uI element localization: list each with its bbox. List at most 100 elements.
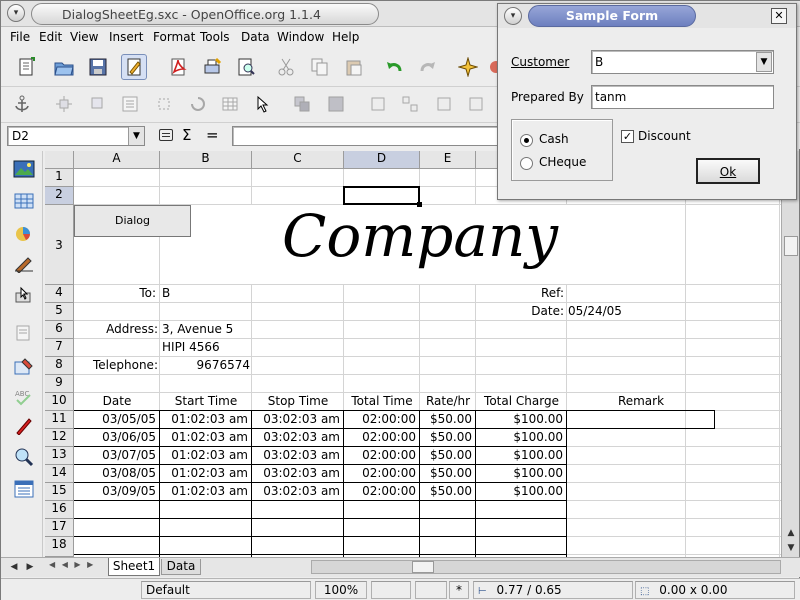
- cash-radio[interactable]: [520, 134, 533, 147]
- cheque-radio[interactable]: [520, 157, 533, 170]
- row-header[interactable]: 15: [45, 483, 74, 501]
- row-header[interactable]: 16: [45, 501, 74, 519]
- menu-help[interactable]: Help: [332, 30, 359, 44]
- scroll-up-icon[interactable]: ▲: [784, 526, 798, 540]
- table-cell-stop-time[interactable]: 03:02:03 am: [252, 466, 340, 480]
- menu-view[interactable]: View: [70, 30, 98, 44]
- active-cell-d2[interactable]: [343, 186, 420, 205]
- copy-icon[interactable]: [307, 54, 333, 80]
- sum-icon[interactable]: Σ: [182, 126, 191, 144]
- table-cell-start-time[interactable]: 01:02:03 am: [160, 484, 248, 498]
- scroll-down-icon[interactable]: ▼: [784, 541, 798, 555]
- row-header[interactable]: 5: [45, 303, 74, 321]
- customer-select[interactable]: B ▼: [591, 50, 774, 74]
- row-header[interactable]: 14: [45, 465, 74, 483]
- redo-icon[interactable]: [415, 54, 441, 80]
- send-back-icon[interactable]: [323, 91, 349, 117]
- spreadsheet-grid[interactable]: A B C D E 1 2 3 4 5 6 7 8 9 10 11 12 13 …: [45, 151, 781, 557]
- column-header-e[interactable]: E: [420, 151, 476, 169]
- table-cell-start-time[interactable]: 01:02:03 am: [160, 412, 248, 426]
- insert-image-icon[interactable]: [11, 157, 37, 181]
- cash-label[interactable]: Cash: [539, 132, 569, 146]
- table-cell-rate[interactable]: $50.00: [420, 484, 472, 498]
- vertical-scrollbar[interactable]: ▲ ▼: [781, 151, 799, 557]
- row-header[interactable]: 7: [45, 339, 74, 357]
- column-header-c[interactable]: C: [252, 151, 344, 169]
- ok-button[interactable]: Ok: [696, 158, 760, 184]
- dialog-button[interactable]: Dialog: [74, 205, 191, 237]
- row-header[interactable]: 12: [45, 429, 74, 447]
- draw-functions-icon[interactable]: [11, 251, 37, 275]
- horizontal-scrollbar[interactable]: [311, 560, 781, 574]
- window-menu-icon[interactable]: ▾: [7, 4, 25, 22]
- menu-insert[interactable]: Insert: [109, 30, 143, 44]
- row-header[interactable]: 2: [45, 187, 74, 205]
- table-cell-total-time[interactable]: 02:00:00: [344, 430, 416, 444]
- print-file-icon[interactable]: [199, 54, 225, 80]
- table-cell-total-charge[interactable]: $100.00: [476, 484, 563, 498]
- exit-group-icon[interactable]: [463, 91, 489, 117]
- row-header[interactable]: 6: [45, 321, 74, 339]
- table-cell-total-charge[interactable]: $100.00: [476, 412, 563, 426]
- table-cell-total-charge[interactable]: $100.00: [476, 448, 563, 462]
- autoformat-icon[interactable]: [11, 355, 37, 379]
- navigator-icon[interactable]: [455, 54, 481, 80]
- transform-icon[interactable]: [151, 91, 177, 117]
- close-icon[interactable]: ✕: [771, 8, 787, 24]
- table-cell-total-time[interactable]: 02:00:00: [344, 412, 416, 426]
- tab-sheet1[interactable]: Sheet1: [108, 558, 160, 576]
- table-cell-stop-time[interactable]: 03:02:03 am: [252, 412, 340, 426]
- menu-tools[interactable]: Tools: [200, 30, 230, 44]
- bring-front-icon[interactable]: [289, 91, 315, 117]
- tab-nav-icon[interactable]: ◀ ◀ ▶ ▶: [49, 560, 105, 574]
- table-cell-start-time[interactable]: 01:02:03 am: [160, 466, 248, 480]
- discount-label[interactable]: Discount: [638, 129, 691, 143]
- save-icon[interactable]: [85, 54, 111, 80]
- table-cell-date[interactable]: 03/09/05: [74, 484, 156, 498]
- page-preview-icon[interactable]: [233, 54, 259, 80]
- open-icon[interactable]: [51, 54, 77, 80]
- table-cell-rate[interactable]: $50.00: [420, 466, 472, 480]
- vertical-scroll-thumb[interactable]: [784, 236, 798, 256]
- row-header[interactable]: 9: [45, 375, 74, 393]
- table-icon[interactable]: [217, 91, 243, 117]
- menu-format[interactable]: Format: [153, 30, 195, 44]
- name-box[interactable]: D2 ▼: [7, 126, 145, 146]
- table-cell-total-time[interactable]: 02:00:00: [344, 484, 416, 498]
- table-cell-date[interactable]: 03/06/05: [74, 430, 156, 444]
- table-cell-rate[interactable]: $50.00: [420, 412, 472, 426]
- edit-data-icon[interactable]: [11, 321, 37, 345]
- paste-icon[interactable]: [341, 54, 367, 80]
- row-header[interactable]: 17: [45, 519, 74, 537]
- anchor-icon[interactable]: [9, 91, 35, 117]
- cheque-label[interactable]: CHeque: [539, 155, 586, 169]
- align-icon[interactable]: [51, 91, 77, 117]
- chevron-down-icon[interactable]: ▼: [128, 127, 144, 145]
- table-cell-rate[interactable]: $50.00: [420, 430, 472, 444]
- table-cell-start-time[interactable]: 01:02:03 am: [160, 448, 248, 462]
- column-header-a[interactable]: A: [74, 151, 160, 169]
- enter-group-icon[interactable]: [431, 91, 457, 117]
- data-sources-icon[interactable]: [11, 477, 37, 501]
- column-header-b[interactable]: B: [160, 151, 252, 169]
- row-header[interactable]: 11: [45, 411, 74, 429]
- tab-data[interactable]: Data: [161, 559, 201, 575]
- column-header-d[interactable]: D: [344, 151, 420, 169]
- table-cell-date[interactable]: 03/05/05: [74, 412, 156, 426]
- cursor-icon[interactable]: [249, 91, 275, 117]
- table-cell-stop-time[interactable]: 03:02:03 am: [252, 484, 340, 498]
- ungroup-icon[interactable]: [397, 91, 423, 117]
- tab-scroll-right-icon[interactable]: ▶: [23, 560, 37, 574]
- row-header[interactable]: 10: [45, 393, 74, 411]
- chevron-down-icon[interactable]: ▼: [756, 52, 772, 72]
- row-header[interactable]: 8: [45, 357, 74, 375]
- menu-window[interactable]: Window: [277, 30, 324, 44]
- edit-file-icon[interactable]: [121, 54, 147, 80]
- rotate-icon[interactable]: [185, 91, 211, 117]
- discount-checkbox[interactable]: ✓: [621, 130, 634, 143]
- table-cell-date[interactable]: 03/07/05: [74, 448, 156, 462]
- undo-icon[interactable]: [381, 54, 407, 80]
- menu-data[interactable]: Data: [241, 30, 270, 44]
- function-wizard-icon[interactable]: [159, 129, 173, 141]
- table-cell-stop-time[interactable]: 03:02:03 am: [252, 448, 340, 462]
